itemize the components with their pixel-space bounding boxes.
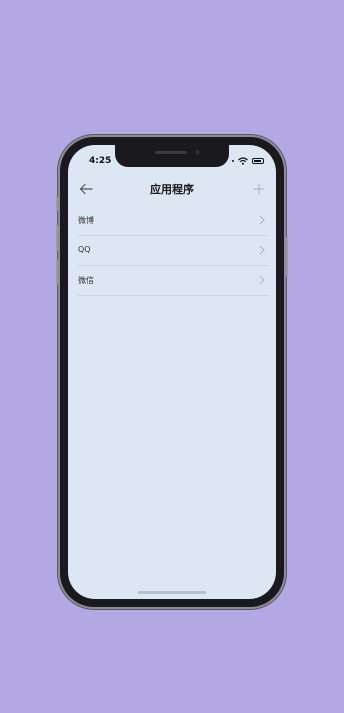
- status-time: 4:25: [89, 156, 112, 166]
- list-item-label: 微信: [78, 276, 94, 285]
- navigation-bar: 应用程序: [68, 177, 276, 205]
- list-item-label: 微博: [78, 216, 94, 225]
- volume-down-button: [56, 259, 58, 285]
- chevron-right-icon: [259, 245, 265, 255]
- chevron-right-icon: [259, 275, 265, 285]
- signal-icon: [232, 160, 234, 162]
- home-indicator[interactable]: [138, 591, 206, 594]
- battery-icon: [252, 158, 264, 164]
- list-item-weibo[interactable]: 微博: [78, 206, 268, 236]
- list-item-wechat[interactable]: 微信: [78, 266, 268, 296]
- speaker: [155, 151, 187, 154]
- phone-frame: 4:25 应用程序 微博 QQ 微信: [56, 137, 288, 607]
- wifi-icon: [238, 157, 248, 165]
- list-item-label: QQ: [78, 245, 91, 254]
- plus-icon[interactable]: [252, 182, 266, 196]
- chevron-right-icon: [259, 215, 265, 225]
- phone-screen: 4:25 应用程序 微博 QQ 微信: [68, 145, 276, 599]
- volume-up-button: [56, 225, 58, 251]
- front-camera: [195, 150, 200, 155]
- notch: [115, 145, 229, 167]
- status-icons: [232, 157, 264, 165]
- page-title: 应用程序: [150, 183, 194, 196]
- list-item-qq[interactable]: QQ: [78, 236, 268, 266]
- app-list: 微博 QQ 微信: [78, 206, 268, 296]
- mute-switch: [56, 197, 58, 211]
- power-button: [286, 237, 288, 277]
